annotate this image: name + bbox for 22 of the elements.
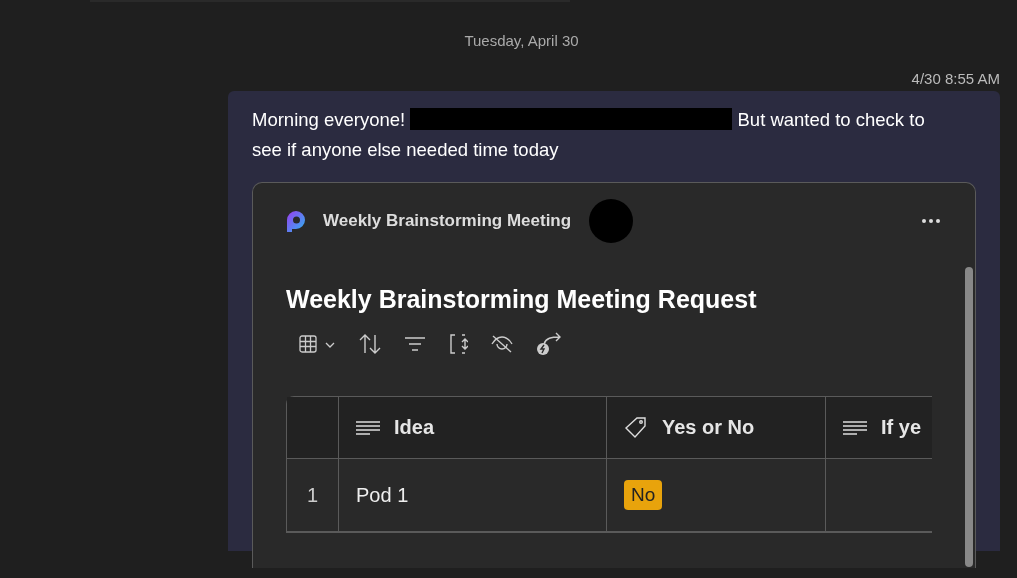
choice-tag: No (624, 480, 663, 510)
card-app-name: Weekly Brainstorming Meeting (323, 211, 572, 231)
avatar (589, 199, 634, 243)
column-header[interactable]: Yes or No (607, 397, 826, 458)
message-timestamp: 4/30 8:55 AM (911, 70, 1000, 87)
sort-icon[interactable] (358, 333, 382, 355)
text-lines-icon (356, 420, 380, 435)
column-header[interactable]: If ye (826, 397, 932, 458)
message-text: Morning everyone! (252, 109, 406, 130)
column-header[interactable]: Idea (339, 397, 607, 458)
row-number: 1 (306, 483, 319, 507)
row-height-icon[interactable] (448, 333, 468, 355)
text-lines-icon (843, 420, 867, 435)
message-text: But wanted to check to (737, 109, 925, 130)
message-text: see if anyone else needed time today (252, 138, 559, 162)
filter-icon[interactable] (404, 336, 426, 352)
grid-view-icon[interactable] (298, 334, 336, 354)
tag-icon (624, 415, 648, 440)
date-divider: Tuesday, April 30 (463, 32, 580, 49)
hide-icon[interactable] (490, 334, 514, 354)
list-title: Weekly Brainstorming Meeting Request (286, 285, 758, 314)
table-cell: Pod 1 (356, 483, 409, 507)
